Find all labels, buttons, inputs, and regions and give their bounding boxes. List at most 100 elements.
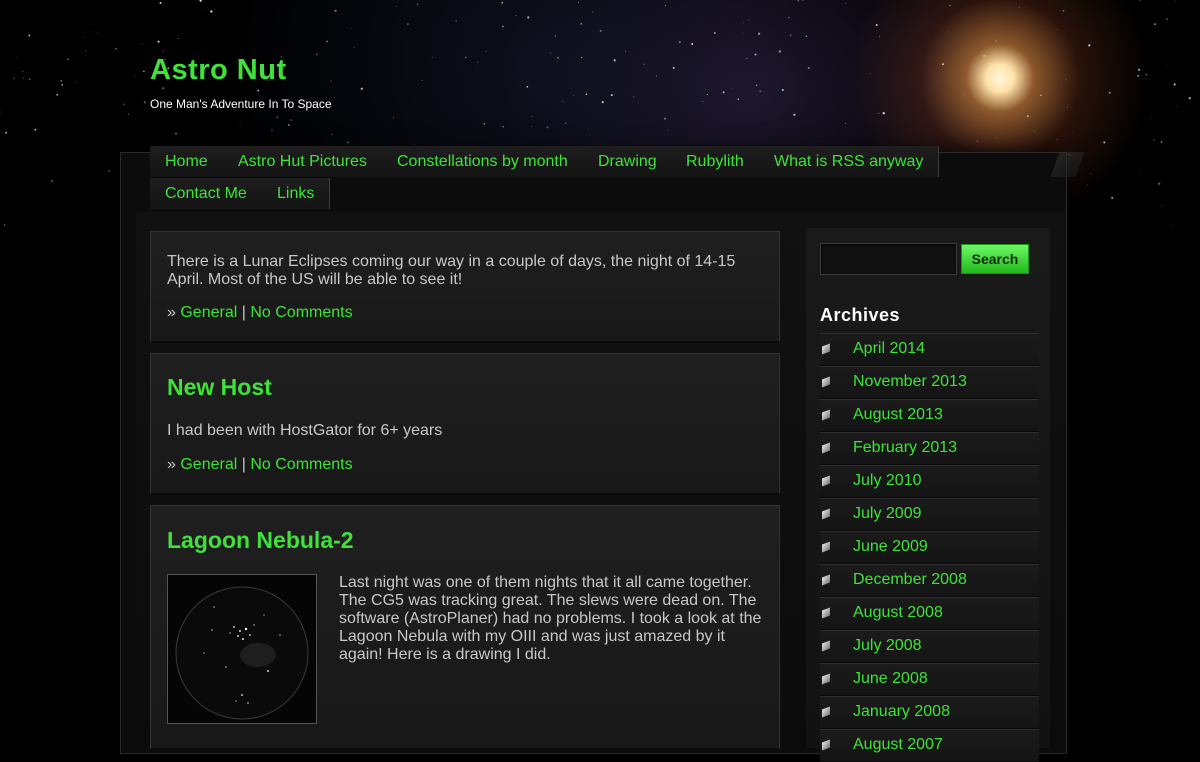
star [465,56,467,58]
comments-link[interactable]: No Comments [250,456,352,473]
archive-item[interactable]: April 2014 [820,333,1039,366]
star [706,93,708,96]
nav-item-astro-hut-pictures[interactable]: Astro Hut Pictures [223,146,383,177]
star [141,43,143,45]
bullet-arrow-icon [822,442,830,454]
star [1161,204,1163,207]
comments-link[interactable]: No Comments [250,304,352,321]
archive-item[interactable]: December 2008 [820,564,1039,597]
bullet-arrow-icon [822,739,830,751]
star [76,81,78,83]
star [60,80,62,82]
nav-item-home[interactable]: Home [150,146,224,177]
nav-item-constellations-by-month[interactable]: Constellations by month [382,146,584,177]
star [664,4,667,7]
archive-item[interactable]: June 2008 [820,663,1039,696]
nav-item-rubylith[interactable]: Rubylith [671,146,760,177]
archive-item[interactable]: January 2008 [820,696,1039,729]
star [845,122,846,124]
archive-link[interactable]: August 2013 [853,406,943,424]
star [0,111,1,113]
bullet-arrow-icon [822,508,830,520]
star [869,73,871,74]
bullet-arrow-icon [822,409,830,421]
star [731,88,733,89]
archive-item[interactable]: February 2013 [820,432,1039,465]
star [633,96,635,98]
star [691,43,694,45]
site-title[interactable]: Astro Nut [150,54,287,87]
category-link[interactable]: General [180,304,237,321]
star [667,129,669,131]
star [1158,182,1161,185]
star [983,54,986,58]
archive-link[interactable]: December 2008 [853,571,967,589]
star [1138,68,1141,71]
star [702,101,704,102]
archive-item[interactable]: August 2008 [820,597,1039,630]
post-meta: » General | No Comments [167,304,353,322]
star [162,87,165,90]
star [1108,91,1111,94]
post-title[interactable]: New Host [167,374,272,401]
nav-item-drawing[interactable]: Drawing [583,146,673,177]
star [354,46,356,48]
star [556,56,559,59]
star [778,50,782,53]
archive-item[interactable]: November 2013 [820,366,1039,399]
star [573,95,574,96]
category-link[interactable]: General [180,456,237,473]
star [1137,74,1140,77]
meta-separator: | [241,456,246,473]
star [239,120,241,122]
star [34,128,37,131]
star [802,0,804,2]
star [28,34,31,37]
archive-item[interactable]: August 2013 [820,399,1039,432]
archive-link[interactable]: January 2008 [853,703,950,721]
star [757,32,761,35]
star [1065,78,1067,80]
post-body: Last night was one of them nights that i… [339,574,762,663]
star [788,16,790,19]
star [1056,29,1058,31]
archives-list: April 2014 November 2013 August 2013 Februa… [820,333,1039,762]
nebula-drawing-image[interactable] [167,574,317,724]
star [175,132,177,135]
archive-link[interactable]: February 2013 [853,439,957,457]
star [1066,106,1069,108]
star [664,117,666,120]
archive-link[interactable]: June 2009 [853,538,928,556]
star [315,53,318,56]
star [162,50,164,53]
star [22,70,24,73]
archive-link[interactable]: November 2013 [853,373,967,391]
archive-item[interactable]: July 2008 [820,630,1039,663]
star [476,61,479,64]
archive-link[interactable]: August 2008 [853,604,943,622]
post-title[interactable]: Lagoon Nebula-2 [167,527,354,554]
nav-item-links[interactable]: Links [262,178,331,209]
star [625,51,627,52]
archive-link[interactable]: August 2007 [853,736,943,754]
archive-item[interactable]: July 2009 [820,498,1039,531]
star [97,32,99,34]
archive-item[interactable]: August 2007 [820,729,1039,762]
archive-link[interactable]: April 2014 [853,340,925,358]
star [351,27,353,29]
archive-item[interactable]: June 2009 [820,531,1039,564]
star [531,116,533,117]
star [421,80,423,81]
star [287,124,290,126]
star [143,70,145,73]
nav-item-what-is-rss[interactable]: What is RSS anyway [759,146,940,177]
archive-link[interactable]: July 2009 [853,505,922,523]
archive-item[interactable]: July 2010 [820,465,1039,498]
nav-item-contact-me[interactable]: Contact Me [150,178,263,209]
search-button[interactable]: Search [961,244,1029,274]
archive-link[interactable]: July 2008 [853,637,922,655]
archive-link[interactable]: July 2010 [853,472,922,490]
search-input[interactable] [820,243,957,275]
star [122,103,125,106]
archive-link[interactable]: June 2008 [853,670,928,688]
